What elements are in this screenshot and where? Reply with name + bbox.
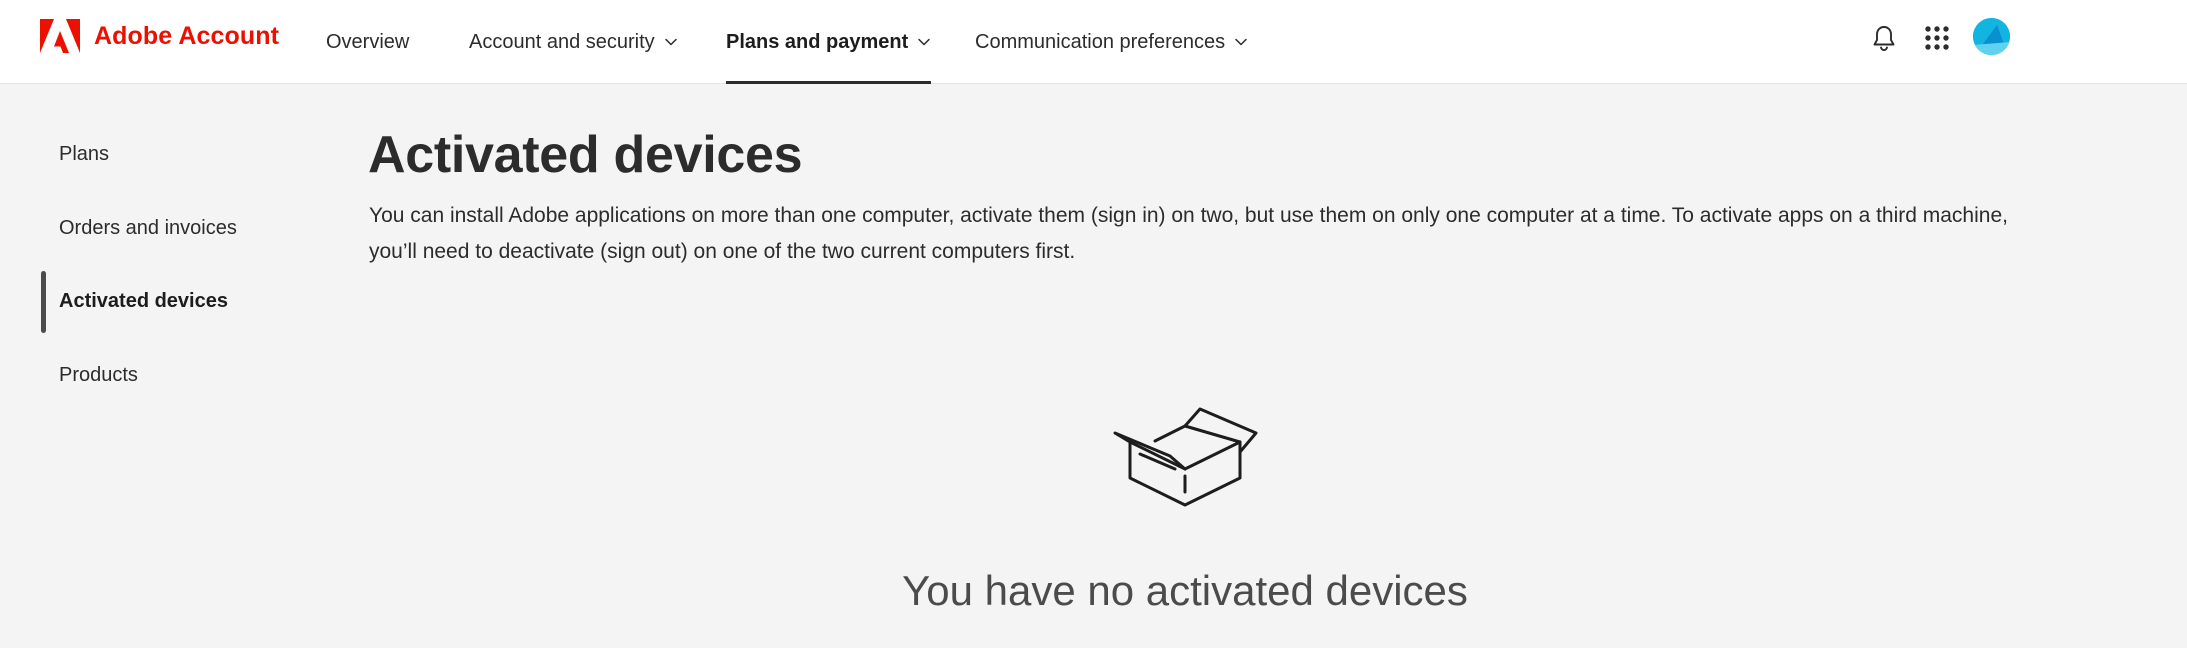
- nav-account-and-security[interactable]: Account and security: [469, 0, 678, 84]
- bell-icon: [1873, 26, 1895, 51]
- sidebar-item-label: Activated devices: [59, 290, 228, 312]
- brand-name: Adobe Account: [94, 21, 280, 50]
- nav-overview-label: Overview: [326, 30, 410, 53]
- apps-switcher-button[interactable]: [1917, 18, 1957, 58]
- chevron-down-icon: [918, 38, 931, 46]
- sidebar-active-indicator: [41, 271, 46, 333]
- global-header: Adobe Account Overview Account and secur…: [0, 0, 2187, 84]
- page-description: You can install Adobe applications on mo…: [369, 204, 2008, 263]
- sidebar-item-label: Orders and invoices: [59, 217, 237, 239]
- avatar[interactable]: [1973, 18, 2010, 55]
- empty-state-message: You have no activated devices: [902, 567, 1468, 614]
- sidebar-item-label: Products: [59, 364, 138, 386]
- sidebar-item-plans[interactable]: Plans: [59, 139, 109, 169]
- apps-grid-icon: [1925, 26, 1949, 50]
- chevron-down-icon: [1235, 38, 1247, 46]
- open-box-icon: [1113, 407, 1258, 507]
- avatar-image: [1973, 18, 2010, 55]
- sidebar-item-label: Plans: [59, 143, 110, 165]
- nav-account-and-security-label: Account and security: [469, 30, 655, 53]
- nav-overview[interactable]: Overview: [326, 0, 409, 84]
- nav-plans-and-payment[interactable]: Plans and payment: [726, 0, 932, 84]
- adobe-logo-icon: [40, 19, 80, 53]
- notifications-button[interactable]: [1864, 18, 1904, 58]
- page-title: Activated devices: [368, 126, 803, 184]
- sidebar-item-products[interactable]: Products: [59, 360, 138, 390]
- sidebar-item-orders-and-invoices[interactable]: Orders and invoices: [59, 213, 237, 243]
- nav-communication-preferences[interactable]: Communication preferences: [975, 0, 1248, 84]
- nav-communication-preferences-label: Communication preferences: [975, 30, 1226, 53]
- sidebar-item-activated-devices[interactable]: Activated devices: [59, 286, 228, 316]
- nav-plans-and-payment-label: Plans and payment: [726, 30, 909, 53]
- chevron-down-icon: [664, 38, 677, 46]
- adobe-account-home-link[interactable]: Adobe Account: [40, 18, 279, 54]
